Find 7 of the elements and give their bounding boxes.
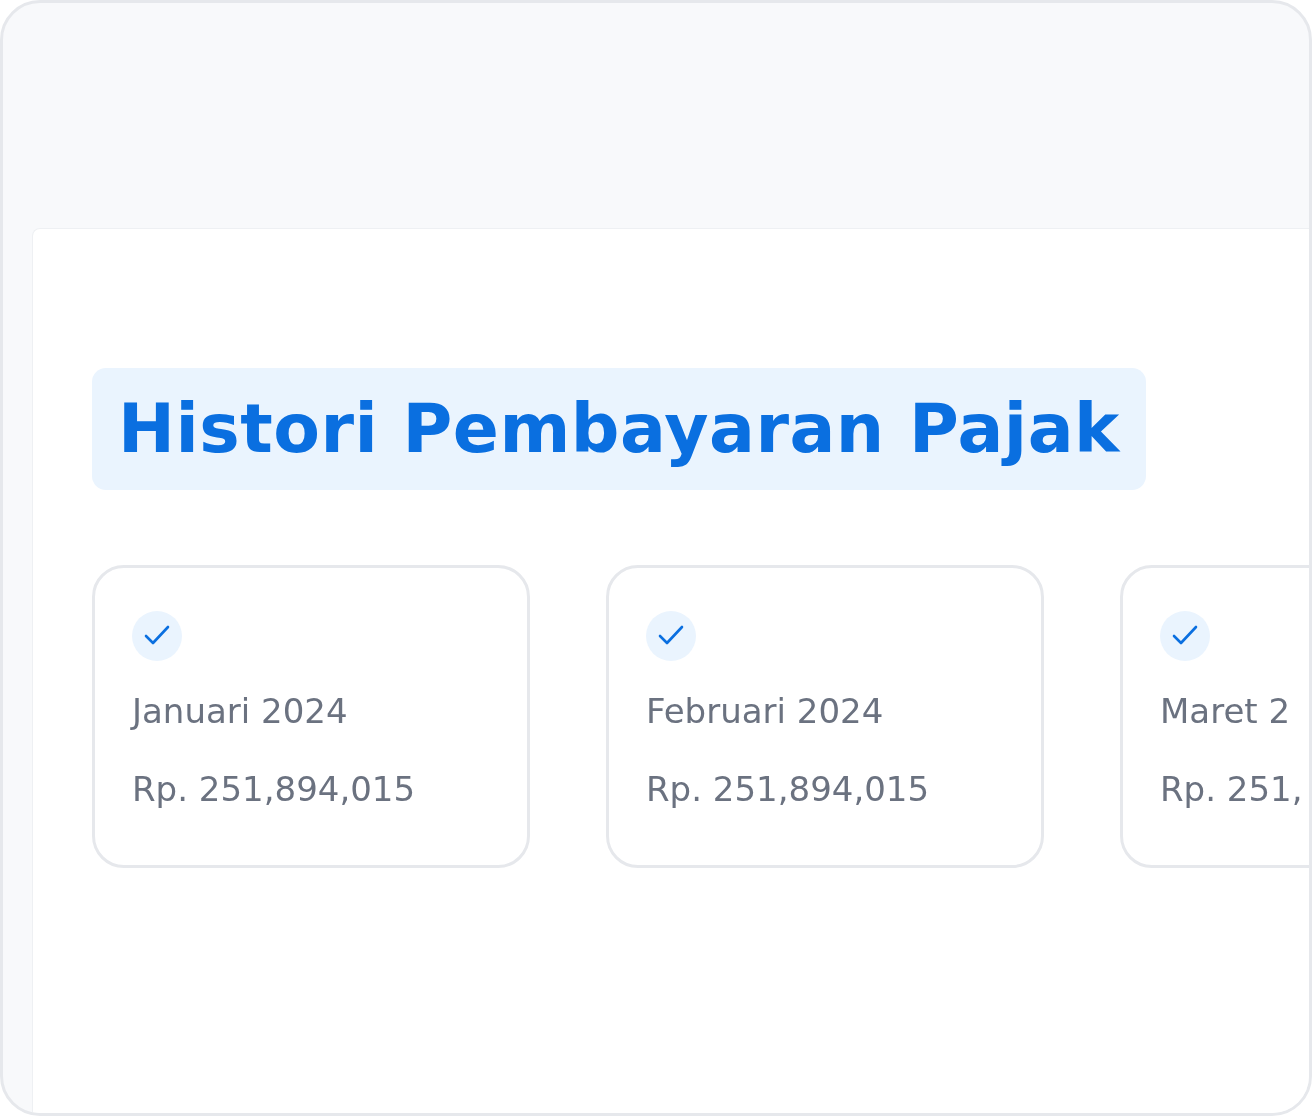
month-label: Maret 2: [1160, 691, 1292, 731]
amount-text: Rp. 251,894,015: [646, 769, 931, 809]
month-label: Januari 2024: [132, 691, 349, 731]
amount-text: Rp. 251,: [1160, 769, 1304, 809]
amount-text: Rp. 251,894,015: [132, 769, 417, 809]
month-label: Februari 2024: [646, 691, 885, 731]
page-title: Histori Pembayaran Pajak: [92, 368, 1146, 490]
